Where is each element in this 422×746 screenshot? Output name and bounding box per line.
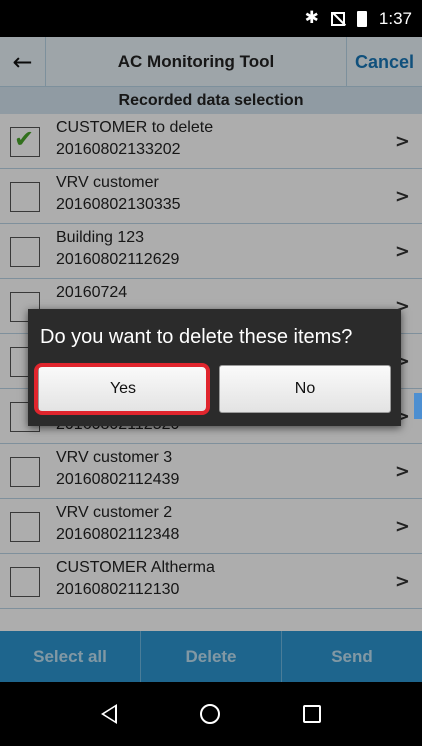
status-bar: ✱ 1:37 — [0, 0, 422, 37]
yes-button-highlight — [34, 363, 210, 415]
battery-icon — [356, 10, 367, 27]
scroll-handle[interactable] — [414, 393, 422, 419]
navigation-bar — [0, 682, 422, 746]
nav-home-icon[interactable] — [199, 704, 220, 724]
bluetooth-icon: ✱ — [304, 8, 319, 28]
no-button[interactable]: No — [219, 365, 391, 413]
no-sim-icon — [330, 11, 345, 26]
nav-back-icon[interactable] — [101, 704, 118, 724]
dialog-message: Do you want to delete these items? — [40, 326, 353, 348]
nav-recents-icon[interactable] — [302, 705, 321, 723]
status-time: 1:37 — [378, 8, 412, 28]
